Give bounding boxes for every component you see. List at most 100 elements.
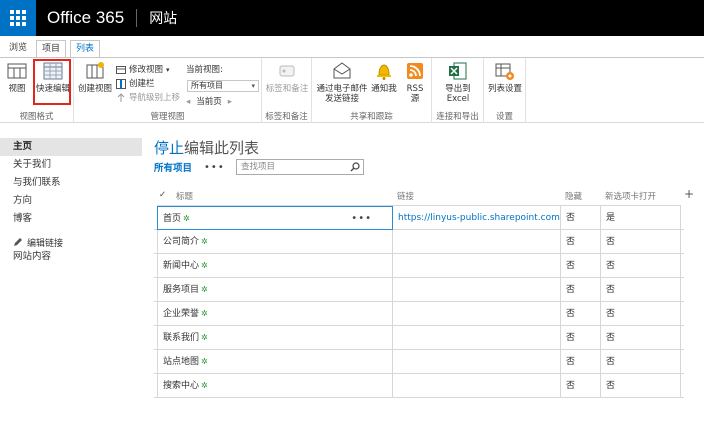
- stop-editing-link[interactable]: 停止: [154, 139, 184, 157]
- cell-hidden[interactable]: 否: [561, 302, 601, 326]
- table-row[interactable]: 公司简介 ✲ 否 否: [154, 230, 684, 254]
- cell-hidden[interactable]: 否: [561, 230, 601, 254]
- list-settings-icon: [495, 63, 514, 80]
- search-input[interactable]: 查找项目: [236, 159, 364, 175]
- cell-link[interactable]: [393, 374, 561, 398]
- cell-new-tab[interactable]: 否: [601, 326, 681, 350]
- brand-link[interactable]: Office 365: [47, 8, 124, 28]
- tags-notes-label: 标签和备注: [265, 84, 309, 94]
- group-manage-views: 创建视图 修改视图 ▾ 创建栏 导航级别上移 当前视图: 所有项目 ▾ ◂ 当前…: [74, 58, 262, 123]
- cell-link[interactable]: [393, 254, 561, 278]
- cell-title[interactable]: 搜索中心 ✲: [157, 374, 393, 398]
- cell-hidden[interactable]: 否: [561, 374, 601, 398]
- nav-item-home[interactable]: 主页: [0, 138, 142, 156]
- row-title: 新闻中心: [163, 261, 200, 271]
- cell-new-tab[interactable]: 否: [601, 230, 681, 254]
- column-header-new-tab[interactable]: 新选项卡打开: [605, 190, 656, 202]
- view-button[interactable]: 视图: [4, 61, 30, 94]
- app-launcher-button[interactable]: [0, 0, 36, 36]
- view-bar: 所有项目 •••: [154, 160, 225, 175]
- tags-notes-button[interactable]: 标签和备注: [262, 61, 312, 94]
- cell-title[interactable]: 联系我们 ✲: [157, 326, 393, 350]
- cell-hidden[interactable]: 否: [561, 254, 601, 278]
- cell-hidden[interactable]: 否: [561, 326, 601, 350]
- table-row[interactable]: 联系我们 ✲ 否 否: [154, 326, 684, 350]
- tab-list[interactable]: 列表: [70, 40, 101, 58]
- cell-link[interactable]: [393, 326, 561, 350]
- cell-link[interactable]: [393, 230, 561, 254]
- cell-link[interactable]: [393, 302, 561, 326]
- bell-icon: [377, 64, 391, 80]
- next-page-icon[interactable]: ▸: [228, 96, 232, 108]
- current-page-label: 当前页: [196, 97, 222, 107]
- cell-new-tab[interactable]: 否: [601, 374, 681, 398]
- email-link-button[interactable]: 通过电子邮件发送链接: [314, 61, 370, 104]
- tab-items[interactable]: 项目: [36, 40, 67, 58]
- edit-links-button[interactable]: 编辑链接: [0, 234, 142, 250]
- alert-me-button[interactable]: 通知我: [370, 61, 398, 94]
- select-all-checkmark-icon[interactable]: ✓: [159, 190, 166, 200]
- cell-title[interactable]: 企业荣誉 ✲: [157, 302, 393, 326]
- export-excel-button[interactable]: 导出到 Excel: [440, 61, 476, 104]
- suite-site-link[interactable]: 网站: [149, 8, 177, 28]
- create-column-icon: [116, 79, 126, 89]
- more-views-button[interactable]: •••: [204, 162, 225, 173]
- cell-hidden[interactable]: 否: [561, 350, 601, 374]
- table-row[interactable]: 新闻中心 ✲ 否 否: [154, 254, 684, 278]
- nav-item-contact[interactable]: 与我们联系: [0, 174, 142, 192]
- cell-hidden[interactable]: 否: [561, 206, 601, 230]
- cell-title[interactable]: 站点地图 ✲: [157, 350, 393, 374]
- modify-view-icon: [116, 66, 126, 74]
- modify-view-button[interactable]: 修改视图 ▾: [116, 64, 170, 76]
- cell-new-tab[interactable]: 否: [601, 278, 681, 302]
- nav-item-about[interactable]: 关于我们: [0, 156, 142, 174]
- table-row[interactable]: 首页 ✲ ••• https://linyus-public.sharepoint.…: [154, 206, 684, 230]
- add-column-button[interactable]: +: [684, 187, 694, 201]
- row-more-button[interactable]: •••: [351, 207, 372, 229]
- group-share: 通过电子邮件发送链接 通知我 RSS 源 共享和跟踪: [312, 58, 432, 123]
- new-item-icon: ✲: [201, 285, 208, 294]
- cell-link[interactable]: [393, 350, 561, 374]
- create-column-button[interactable]: 创建栏: [116, 78, 155, 90]
- navigate-up-button[interactable]: 导航级别上移: [116, 92, 180, 104]
- cell-new-tab[interactable]: 否: [601, 302, 681, 326]
- current-view-label: 当前视图:: [186, 65, 223, 75]
- table-row[interactable]: 企业荣誉 ✲ 否 否: [154, 302, 684, 326]
- cell-new-tab[interactable]: 否: [601, 350, 681, 374]
- row-title: 企业荣誉: [163, 309, 200, 319]
- nav-item-site-contents[interactable]: 网站内容: [0, 250, 142, 264]
- prev-page-icon[interactable]: ◂: [186, 96, 190, 108]
- cell-title[interactable]: 首页 ✲ •••: [157, 206, 393, 230]
- view-label: 视图: [8, 84, 26, 94]
- cell-title[interactable]: 服务项目 ✲: [157, 278, 393, 302]
- column-header-link[interactable]: 链接: [397, 190, 414, 202]
- group-settings: 列表设置 设置: [484, 58, 526, 123]
- list-settings-button[interactable]: 列表设置: [486, 61, 524, 94]
- cell-title[interactable]: 公司简介 ✲: [157, 230, 393, 254]
- tags-notes-icon: [279, 65, 295, 77]
- new-item-icon: ✲: [201, 309, 208, 318]
- cell-link[interactable]: [393, 278, 561, 302]
- search-icon[interactable]: [350, 162, 360, 172]
- cell-title[interactable]: 新闻中心 ✲: [157, 254, 393, 278]
- column-header-hidden[interactable]: 隐藏: [565, 190, 582, 202]
- column-header-title[interactable]: 标题: [176, 190, 193, 202]
- group-label-view-format: 视图格式: [19, 112, 54, 122]
- table-row[interactable]: 服务项目 ✲ 否 否: [154, 278, 684, 302]
- current-view-select[interactable]: 所有项目 ▾: [187, 80, 259, 92]
- view-selector[interactable]: 所有项目: [154, 160, 192, 174]
- create-view-button[interactable]: 创建视图: [78, 61, 112, 94]
- tab-browse[interactable]: 浏览: [4, 40, 32, 58]
- search-placeholder: 查找项目: [241, 162, 276, 172]
- rss-button[interactable]: RSS 源: [402, 61, 428, 104]
- cell-new-tab[interactable]: 是: [601, 206, 681, 230]
- table-row[interactable]: 站点地图 ✲ 否 否: [154, 350, 684, 374]
- list-settings-label: 列表设置: [487, 84, 522, 94]
- nav-item-blog[interactable]: 博客: [0, 210, 142, 228]
- suite-divider: [136, 9, 138, 27]
- cell-new-tab[interactable]: 否: [601, 254, 681, 278]
- table-row[interactable]: 搜索中心 ✲ 否 否: [154, 374, 684, 398]
- cell-link[interactable]: https://linyus-public.sharepoint.com: [393, 206, 561, 230]
- nav-item-directions[interactable]: 方向: [0, 192, 142, 210]
- cell-hidden[interactable]: 否: [561, 278, 601, 302]
